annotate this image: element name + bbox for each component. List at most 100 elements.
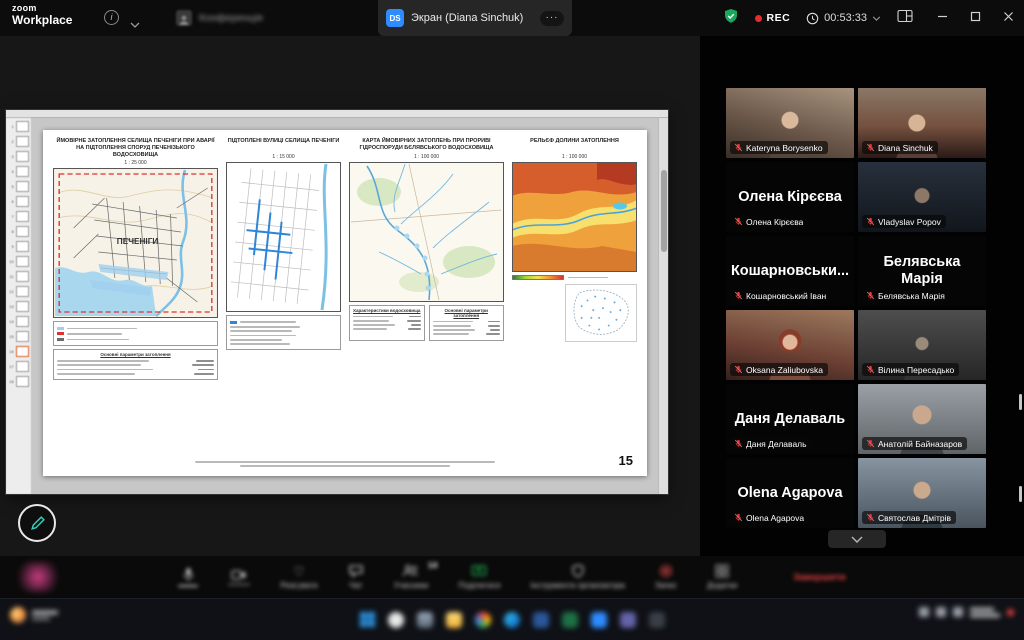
task-view-icon[interactable] xyxy=(417,612,433,628)
sidebar-scrollbar[interactable] xyxy=(1019,394,1022,410)
slide-thumbnail[interactable]: 6 xyxy=(8,196,29,207)
thumb-number: 9 xyxy=(8,241,14,252)
slide-thumbnail[interactable]: 1 xyxy=(8,121,29,132)
panel-title: ЙМОВІРНЕ ЗАТОПЛЕННЯ СЕЛИЩА ПЕЧЕНІГИ ПРИ … xyxy=(53,138,218,159)
info-icon[interactable]: i xyxy=(104,10,119,25)
host-tools-button[interactable]: Інструменти організатора xyxy=(530,564,624,590)
taskbar-tray xyxy=(919,607,1014,617)
participant-tile[interactable]: Kateryna Borysenko xyxy=(726,88,854,158)
slide-thumbnail[interactable]: 9 xyxy=(8,241,29,252)
slide-panel-flooded-streets: ПІДТОПЛЕНІ ВУЛИЦІ СЕЛИЩА ПЕЧЕНІГИ 1 : 15… xyxy=(226,138,341,468)
sidebar-scrollbar[interactable] xyxy=(1019,486,1022,502)
file-explorer-icon[interactable] xyxy=(446,612,462,628)
participant-name: Святослав Дмітрів xyxy=(878,513,951,523)
slide-thumbnail-selected[interactable]: 16 xyxy=(8,346,29,357)
scrollbar-thumb[interactable] xyxy=(661,170,667,252)
video-button[interactable] xyxy=(228,569,250,586)
map-legend xyxy=(53,321,218,346)
streets-list xyxy=(226,315,341,350)
slide-thumbnail[interactable]: 13 xyxy=(8,301,29,312)
clock-widget[interactable] xyxy=(970,608,1000,617)
mute-button[interactable] xyxy=(178,567,198,587)
button-label: Реагувати xyxy=(280,581,317,590)
participant-tile[interactable]: Даня Делаваль Даня Делаваль xyxy=(726,384,854,454)
tab-more-icon[interactable]: ··· xyxy=(540,11,564,26)
apps-button[interactable]: Додатки xyxy=(707,564,737,590)
teams-icon[interactable] xyxy=(620,612,636,628)
slide-thumbnail[interactable]: 15 xyxy=(8,331,29,342)
participant-tile[interactable]: Белявська Марія Белявська Марія xyxy=(858,236,986,306)
slide-thumbnail[interactable]: 10 xyxy=(8,256,29,267)
participant-tile[interactable]: Олена Кірєєва Олена Кірєєва xyxy=(726,162,854,232)
close-button[interactable] xyxy=(1003,9,1014,27)
reactions-button[interactable]: ♡ Реагувати xyxy=(280,565,317,590)
participant-tile[interactable]: Vladyslav Popov xyxy=(858,162,986,232)
settings-icon[interactable] xyxy=(649,612,665,628)
edge-icon[interactable] xyxy=(504,612,520,628)
participant-tile-active-speaker[interactable]: Diana Sinchuk xyxy=(858,88,986,158)
end-meeting-button[interactable]: Завершити xyxy=(793,572,845,583)
wifi-icon[interactable] xyxy=(936,607,946,617)
canvas-scrollbar[interactable] xyxy=(658,118,668,494)
chevron-down-icon[interactable] xyxy=(130,15,140,33)
participant-name-badge: Oksana Zaliubovska xyxy=(730,363,828,376)
participant-tile[interactable]: Oksana Zaliubovska xyxy=(726,310,854,380)
view-layout-icon[interactable] xyxy=(897,9,913,28)
rec-dot-icon xyxy=(755,15,762,22)
thumb-number: 15 xyxy=(8,331,14,342)
excel-icon[interactable] xyxy=(562,612,578,628)
slide-thumbnail[interactable]: 12 xyxy=(8,286,29,297)
zoom-app-icon[interactable] xyxy=(591,612,607,628)
participant-tile[interactable]: Кошарновськи... Кошарновський Іван xyxy=(726,236,854,306)
participant-name-badge: Святослав Дмітрів xyxy=(862,511,956,524)
slide-thumbnail[interactable]: 2 xyxy=(8,136,29,147)
search-icon[interactable] xyxy=(388,612,404,628)
participant-tile[interactable]: Вілина Пересадько xyxy=(858,310,986,380)
slide-footnote xyxy=(185,459,505,469)
thumb-number: 11 xyxy=(8,271,14,282)
ds-avatar-icon: DS xyxy=(386,9,404,27)
minimize-button[interactable] xyxy=(937,9,948,27)
chat-button[interactable]: Чат xyxy=(348,564,364,590)
participant-tile[interactable]: Святослав Дмітрів xyxy=(858,458,986,528)
tab-conference[interactable]: Конференція xyxy=(168,0,318,36)
participant-tile[interactable]: Olena Agapova Olena Agapova xyxy=(726,458,854,528)
word-icon[interactable] xyxy=(533,612,549,628)
titlebar-controls: REC 00:53:33 xyxy=(723,0,1015,36)
slide-thumbnail[interactable]: 3 xyxy=(8,151,29,162)
tray-chevron-icon[interactable] xyxy=(919,607,929,617)
thumb-number: 4 xyxy=(8,166,14,177)
slide-thumbnail[interactable]: 14 xyxy=(8,316,29,327)
slide-thumbnail[interactable]: 11 xyxy=(8,271,29,282)
recording-indicator[interactable]: REC xyxy=(755,12,791,24)
slide-thumbnail[interactable]: 5 xyxy=(8,181,29,192)
thumb-preview xyxy=(16,376,29,387)
chrome-icon[interactable] xyxy=(475,612,491,628)
security-shield-icon[interactable] xyxy=(723,8,739,29)
windows-start-icon[interactable] xyxy=(360,612,375,627)
record-button[interactable]: Запис xyxy=(655,564,677,590)
taskbar-app-icons xyxy=(0,599,1024,640)
collapse-participants-button[interactable] xyxy=(828,530,886,548)
slide-thumbnail[interactable]: 4 xyxy=(8,166,29,177)
participant-name: Diana Sinchuk xyxy=(878,143,933,153)
participants-button[interactable]: 14 Учасники xyxy=(394,564,429,590)
share-screen-button[interactable]: Поділитися xyxy=(458,564,500,590)
participant-name-badge: Белявська Марія xyxy=(862,289,950,302)
mic-muted-icon xyxy=(866,513,875,522)
annotate-button[interactable] xyxy=(18,504,56,542)
slide-thumbnail[interactable]: 8 xyxy=(8,226,29,237)
volume-icon[interactable] xyxy=(953,607,963,617)
slide-thumbnail[interactable]: 17 xyxy=(8,361,29,372)
slide-thumbnail[interactable]: 7 xyxy=(8,211,29,222)
participant-name: Olena Agapova xyxy=(746,513,804,523)
meeting-timer[interactable]: 00:53:33 xyxy=(806,12,881,25)
maximize-button[interactable] xyxy=(970,9,981,27)
thumb-preview xyxy=(16,166,29,177)
participant-name: Олена Кірєєва xyxy=(746,217,803,227)
notification-dot[interactable] xyxy=(1007,609,1014,616)
slide-thumbnail[interactable]: 18 xyxy=(8,376,29,387)
thumb-number: 12 xyxy=(8,286,14,297)
participant-tile[interactable]: Анатолій Байназаров xyxy=(858,384,986,454)
tab-screen-share[interactable]: DS Экран (Diana Sinchuk) ··· xyxy=(378,0,572,36)
